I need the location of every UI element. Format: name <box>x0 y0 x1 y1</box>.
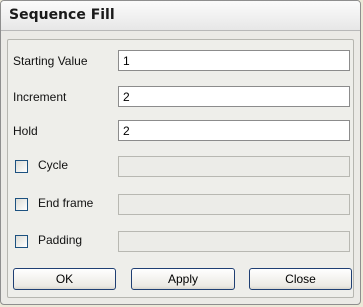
padding-input <box>118 231 350 252</box>
increment-input[interactable] <box>118 86 350 107</box>
cycle-input <box>118 156 350 177</box>
sequence-fill-dialog: Sequence Fill Starting Value Increment H… <box>0 0 361 305</box>
apply-button[interactable]: Apply <box>131 268 235 290</box>
close-button[interactable]: Close <box>249 268 352 290</box>
hold-input[interactable] <box>118 120 350 141</box>
title-bar[interactable]: Sequence Fill <box>1 1 360 31</box>
cycle-label: Cycle <box>38 158 69 172</box>
increment-label: Increment <box>13 90 67 104</box>
window-title: Sequence Fill <box>9 7 115 23</box>
cycle-checkbox[interactable] <box>15 160 28 173</box>
end-frame-input <box>118 194 350 215</box>
starting-value-label: Starting Value <box>13 54 88 68</box>
padding-checkbox[interactable] <box>15 235 28 248</box>
end-frame-label: End frame <box>38 196 94 210</box>
padding-label: Padding <box>38 233 83 247</box>
hold-label: Hold <box>13 124 38 138</box>
starting-value-input[interactable] <box>118 50 350 71</box>
ok-button[interactable]: OK <box>13 268 116 290</box>
end-frame-checkbox[interactable] <box>15 198 28 211</box>
